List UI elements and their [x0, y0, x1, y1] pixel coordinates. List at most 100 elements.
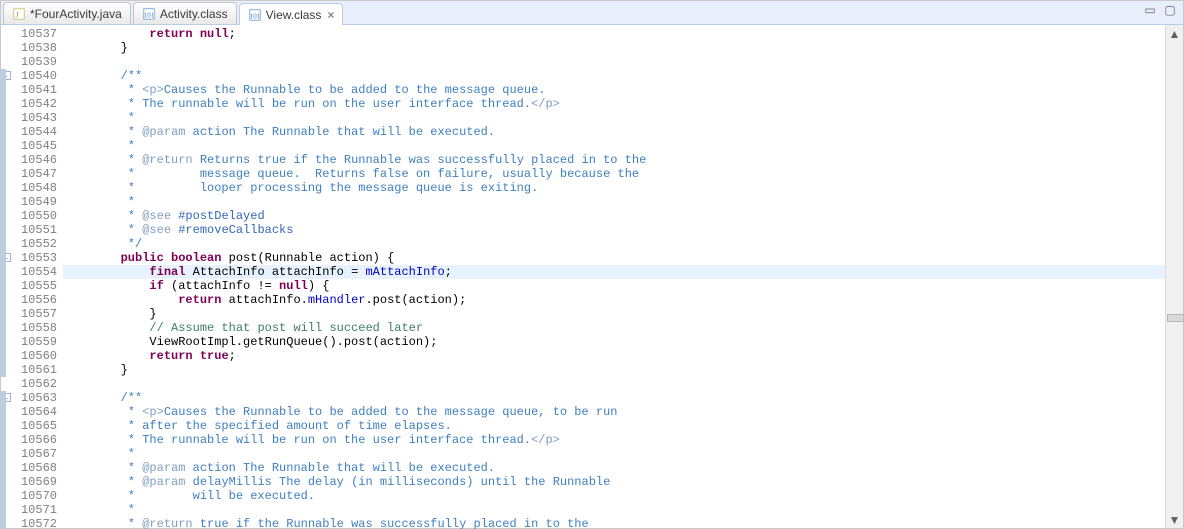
- svg-text:101: 101: [144, 11, 155, 19]
- code-line[interactable]: }: [63, 307, 1165, 321]
- line-number: 10566: [13, 433, 57, 447]
- line-number: 10563: [13, 391, 57, 405]
- line-number: 10540: [13, 69, 57, 83]
- code-line[interactable]: }: [63, 363, 1165, 377]
- code-line[interactable]: * @see #postDelayed: [63, 209, 1165, 223]
- code-line[interactable]: }: [63, 41, 1165, 55]
- code-line[interactable]: * @param action The Runnable that will b…: [63, 125, 1165, 139]
- line-number: 10568: [13, 461, 57, 475]
- window-controls: ▭ ▢: [1139, 3, 1179, 17]
- tab-four-activity[interactable]: J *FourActivity.java: [3, 2, 131, 24]
- code-line[interactable]: * The runnable will be run on the user i…: [63, 433, 1165, 447]
- line-number: 10551: [13, 223, 57, 237]
- line-number: 10543: [13, 111, 57, 125]
- editor-workspace: J *FourActivity.java 101 Activity.class …: [0, 0, 1184, 529]
- code-line[interactable]: [63, 55, 1165, 69]
- line-number-gutter: 1053710538105391054010541105421054310544…: [13, 25, 63, 528]
- minimize-button[interactable]: ▭: [1141, 3, 1159, 17]
- tab-bar: J *FourActivity.java 101 Activity.class …: [1, 1, 1183, 25]
- code-line[interactable]: * @return Returns true if the Runnable w…: [63, 153, 1165, 167]
- scroll-up-arrow[interactable]: ▲: [1166, 25, 1183, 42]
- line-number: 10544: [13, 125, 57, 139]
- code-line[interactable]: /**: [63, 69, 1165, 83]
- line-number: 10559: [13, 335, 57, 349]
- line-number: 10539: [13, 55, 57, 69]
- code-line[interactable]: * message queue. Returns false on failur…: [63, 167, 1165, 181]
- line-number: 10561: [13, 363, 57, 377]
- tab-label: View.class: [266, 8, 322, 22]
- change-marker: [1, 69, 6, 377]
- line-number: 10545: [13, 139, 57, 153]
- class-file-icon: 101: [248, 8, 262, 22]
- folding-column: ---: [1, 25, 13, 528]
- code-line[interactable]: * @see #removeCallbacks: [63, 223, 1165, 237]
- code-line[interactable]: * @return true if the Runnable was succe…: [63, 517, 1165, 529]
- line-number: 10541: [13, 83, 57, 97]
- overview-mark: [1167, 314, 1184, 322]
- svg-text:101: 101: [249, 12, 260, 20]
- code-line[interactable]: return attachInfo.mHandler.post(action);: [63, 293, 1165, 307]
- code-line[interactable]: if (attachInfo != null) {: [63, 279, 1165, 293]
- tab-activity-class[interactable]: 101 Activity.class: [133, 2, 237, 24]
- line-number: 10547: [13, 167, 57, 181]
- code-line[interactable]: * The runnable will be run on the user i…: [63, 97, 1165, 111]
- code-line[interactable]: *: [63, 111, 1165, 125]
- code-line[interactable]: *: [63, 447, 1165, 461]
- maximize-button[interactable]: ▢: [1161, 3, 1179, 17]
- tab-label: *FourActivity.java: [30, 7, 122, 21]
- code-line[interactable]: ViewRootImpl.getRunQueue().post(action);: [63, 335, 1165, 349]
- line-number: 10565: [13, 419, 57, 433]
- svg-text:J: J: [16, 9, 20, 19]
- overview-ruler[interactable]: [1166, 42, 1183, 511]
- code-line[interactable]: final AttachInfo attachInfo = mAttachInf…: [63, 265, 1165, 279]
- line-number: 10546: [13, 153, 57, 167]
- line-number: 10553: [13, 251, 57, 265]
- code-line[interactable]: * looper processing the message queue is…: [63, 181, 1165, 195]
- code-line[interactable]: return true;: [63, 349, 1165, 363]
- code-line[interactable]: *: [63, 195, 1165, 209]
- code-line[interactable]: * after the specified amount of time ela…: [63, 419, 1165, 433]
- line-number: 10560: [13, 349, 57, 363]
- editor-area: --- 105371053810539105401054110542105431…: [1, 25, 1183, 528]
- line-number: 10542: [13, 97, 57, 111]
- code-line[interactable]: /**: [63, 391, 1165, 405]
- close-icon[interactable]: ×: [327, 8, 334, 22]
- code-line[interactable]: * @param action The Runnable that will b…: [63, 461, 1165, 475]
- line-number: 10569: [13, 475, 57, 489]
- code-line[interactable]: */: [63, 237, 1165, 251]
- code-line[interactable]: * <p>Causes the Runnable to be added to …: [63, 83, 1165, 97]
- code-line[interactable]: * will be executed.: [63, 489, 1165, 503]
- code-view[interactable]: return null; } /** * <p>Causes the Runna…: [63, 25, 1165, 528]
- line-number: 10567: [13, 447, 57, 461]
- line-number: 10555: [13, 279, 57, 293]
- line-number: 10537: [13, 27, 57, 41]
- line-number: 10571: [13, 503, 57, 517]
- line-number: 10549: [13, 195, 57, 209]
- change-marker: [1, 391, 6, 529]
- code-line[interactable]: public boolean post(Runnable action) {: [63, 251, 1165, 265]
- scroll-down-arrow[interactable]: ▼: [1166, 511, 1183, 528]
- line-number: 10552: [13, 237, 57, 251]
- code-line[interactable]: * @param delayMillis The delay (in milli…: [63, 475, 1165, 489]
- line-number: 10558: [13, 321, 57, 335]
- line-number: 10564: [13, 405, 57, 419]
- line-number: 10557: [13, 307, 57, 321]
- code-line[interactable]: // Assume that post will succeed later: [63, 321, 1165, 335]
- line-number: 10556: [13, 293, 57, 307]
- class-file-icon: 101: [142, 7, 156, 21]
- code-line[interactable]: *: [63, 139, 1165, 153]
- tab-view-class[interactable]: 101 View.class ×: [239, 3, 344, 25]
- line-number: 10562: [13, 377, 57, 391]
- vertical-scrollbar[interactable]: ▲ ▼: [1165, 25, 1183, 528]
- tab-label: Activity.class: [160, 7, 228, 21]
- code-line[interactable]: *: [63, 503, 1165, 517]
- code-line[interactable]: [63, 377, 1165, 391]
- java-file-icon: J: [12, 7, 26, 21]
- line-number: 10554: [13, 265, 57, 279]
- line-number: 10572: [13, 517, 57, 529]
- code-line[interactable]: * <p>Causes the Runnable to be added to …: [63, 405, 1165, 419]
- code-line[interactable]: return null;: [63, 27, 1165, 41]
- line-number: 10550: [13, 209, 57, 223]
- line-number: 10570: [13, 489, 57, 503]
- line-number: 10538: [13, 41, 57, 55]
